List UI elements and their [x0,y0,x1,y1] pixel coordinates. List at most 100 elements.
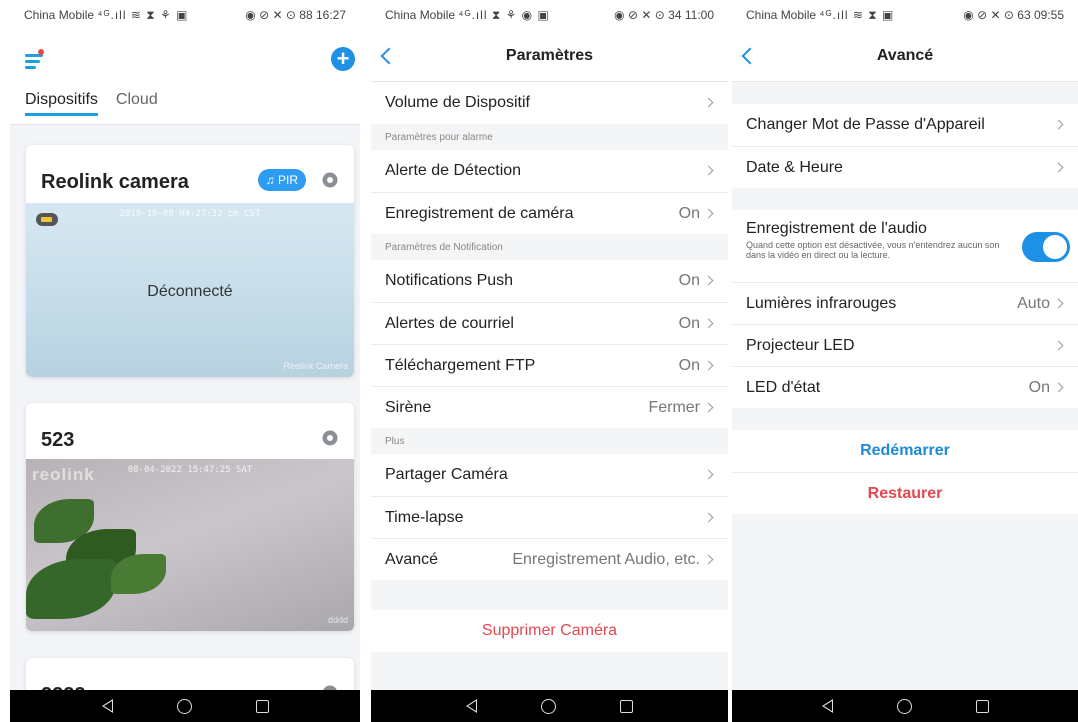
chevron-right-icon [1053,382,1064,393]
chevron-right-icon [703,318,714,329]
recents-nav-icon[interactable] [975,699,989,713]
page-header: Paramètres [371,30,728,82]
back-nav-icon[interactable] [821,699,833,713]
camera-card[interactable]: 523 reolink 08-04-2022 15:47:25 SAT dddd [26,403,354,631]
gear-icon[interactable] [320,428,340,448]
audio-label: Enregistrement de l'audio [746,220,927,237]
chevron-right-icon [703,165,714,176]
settings-item-share[interactable]: Partager Caméra [371,454,728,496]
clock: 16:27 [315,8,346,22]
settings-item-volume[interactable]: Volume de Dispositif [371,82,728,124]
carrier-label: China Mobile [24,7,95,22]
carrier-label: China Mobile [385,7,456,22]
section-header: Plus [371,428,728,454]
settings-item-siren[interactable]: Sirène Fermer [371,386,728,428]
camera-name: 523 [41,429,75,451]
status-icons: ⁴ᴳ.ıll ⧗ ⚘ ◉ ▣ [458,7,550,22]
back-nav-icon[interactable] [101,699,113,713]
advanced-screen: China Mobile ⁴ᴳ.ıll ≋ ⧗ ▣ ◉ ⊘ ✕ ⊙ 63 09:… [732,0,1078,722]
restart-button[interactable]: Redémarrer [732,430,1078,472]
pir-badge[interactable]: ♫ PIR [257,169,306,191]
carrier-label: China Mobile [746,7,817,22]
home-nav-icon[interactable] [896,698,912,714]
settings-item-date-time[interactable]: Date & Heure [732,146,1078,188]
settings-item-infrared[interactable]: Lumières infrarouges Auto [732,282,1078,324]
page-title: Avancé [876,46,934,64]
status-bar: China Mobile ⁴ᴳ.ıll ⧗ ⚘ ◉ ▣ ◉ ⊘ ✕ ⊙ 34 1… [371,0,728,30]
back-icon[interactable] [741,47,759,65]
chevron-right-icon [703,360,714,371]
menu-icon[interactable] [25,54,45,70]
battery-label: 34 [668,8,682,22]
chevron-right-icon [1053,298,1064,309]
camera-card[interactable]: Reolink camera ♫ PIR 2019-10-08 04:27:32… [26,145,354,377]
chevron-right-icon [703,469,714,480]
settings-item-advanced[interactable]: Avancé Enregistrement Audio, etc. [371,538,728,580]
chevron-right-icon [703,208,714,219]
chevron-right-icon [1053,162,1064,173]
battery-label: 88 [299,8,313,22]
status-bar: China Mobile ⁴ᴳ.ıll ≋ ⧗ ⚘ ▣ ◉ ⊘ ✕ ⊙ 88 1… [10,0,360,30]
camera-name: Reolink camera [41,171,189,193]
chevron-right-icon [703,402,714,413]
battery-icon [36,213,58,226]
settings-item-audio-recording: Enregistrement de l'audio Quand cette op… [732,210,1078,282]
audio-toggle[interactable] [1022,232,1070,262]
app-header: + Dispositifs Cloud [10,30,360,125]
home-nav-icon[interactable] [176,698,192,714]
back-icon[interactable] [380,47,398,65]
page-title: Paramètres [505,46,594,64]
chevron-right-icon [703,97,714,108]
camera-preview[interactable]: 2019-10-08 04:27:32 pm CST Déconnecté Re… [26,203,354,377]
advanced-list: Changer Mot de Passe d'Appareil Date & H… [732,82,1078,514]
connection-status: Déconnecté [147,283,233,300]
status-icons: ⁴ᴳ.ıll ≋ ⧗ ▣ [819,7,895,22]
preview-watermark: Reolink Camera [283,361,348,371]
delete-camera-button[interactable]: Supprimer Caméra [371,610,728,652]
notification-dot [38,49,44,55]
tab-dispositifs[interactable]: Dispositifs [25,91,98,116]
tab-bar: Dispositifs Cloud [25,91,158,116]
recents-nav-icon[interactable] [255,699,269,713]
preview-watermark: dddd [327,615,348,625]
settings-item-email[interactable]: Alertes de courriel On [371,302,728,344]
home-nav-icon[interactable] [541,698,556,714]
settings-screen: China Mobile ⁴ᴳ.ıll ⧗ ⚘ ◉ ▣ ◉ ⊘ ✕ ⊙ 34 1… [371,0,728,722]
audio-description: Quand cette option est désactivée, vous … [746,240,1000,260]
back-nav-icon[interactable] [466,699,477,713]
system-nav-bar [732,690,1078,722]
settings-item-detection-alert[interactable]: Alerte de Détection [371,150,728,192]
preview-timestamp: 08-04-2022 15:47:25 SAT [127,465,253,475]
section-header: Paramètres pour alarme [371,124,728,150]
add-device-icon[interactable]: + [331,47,355,71]
chevron-right-icon [703,554,714,565]
gear-icon[interactable] [320,170,340,190]
status-bar: China Mobile ⁴ᴳ.ıll ≋ ⧗ ▣ ◉ ⊘ ✕ ⊙ 63 09:… [732,0,1078,30]
clock: 09:55 [1033,8,1064,22]
devices-screen: China Mobile ⁴ᴳ.ıll ≋ ⧗ ⚘ ▣ ◉ ⊘ ✕ ⊙ 88 1… [10,0,360,722]
battery-label: 63 [1017,8,1031,22]
restore-button[interactable]: Restaurer [732,472,1078,514]
tab-cloud[interactable]: Cloud [116,91,158,116]
system-nav-bar [10,690,360,722]
camera-preview[interactable]: reolink 08-04-2022 15:47:25 SAT dddd [26,459,354,631]
settings-item-recording[interactable]: Enregistrement de caméra On [371,192,728,234]
status-icons: ⁴ᴳ.ıll ≋ ⧗ ⚘ ▣ [97,7,189,22]
chevron-right-icon [703,275,714,286]
page-header: Avancé [732,30,1078,82]
system-nav-bar [371,690,728,722]
settings-item-timelapse[interactable]: Time-lapse [371,496,728,538]
settings-item-led-projector[interactable]: Projecteur LED [732,324,1078,366]
chevron-right-icon [1053,119,1064,130]
recents-nav-icon[interactable] [620,699,633,713]
chevron-right-icon [703,512,714,523]
section-header: Paramètres de Notification [371,234,728,260]
plant-leaf [26,559,116,619]
settings-list: Volume de Dispositif Paramètres pour ala… [371,82,728,652]
settings-item-change-password[interactable]: Changer Mot de Passe d'Appareil [732,104,1078,146]
settings-item-ftp[interactable]: Téléchargement FTP On [371,344,728,386]
clock: 11:00 [684,8,714,22]
settings-item-status-led[interactable]: LED d'état On [732,366,1078,408]
settings-item-push[interactable]: Notifications Push On [371,260,728,302]
preview-timestamp: 2019-10-08 04:27:32 pm CST [119,209,261,219]
